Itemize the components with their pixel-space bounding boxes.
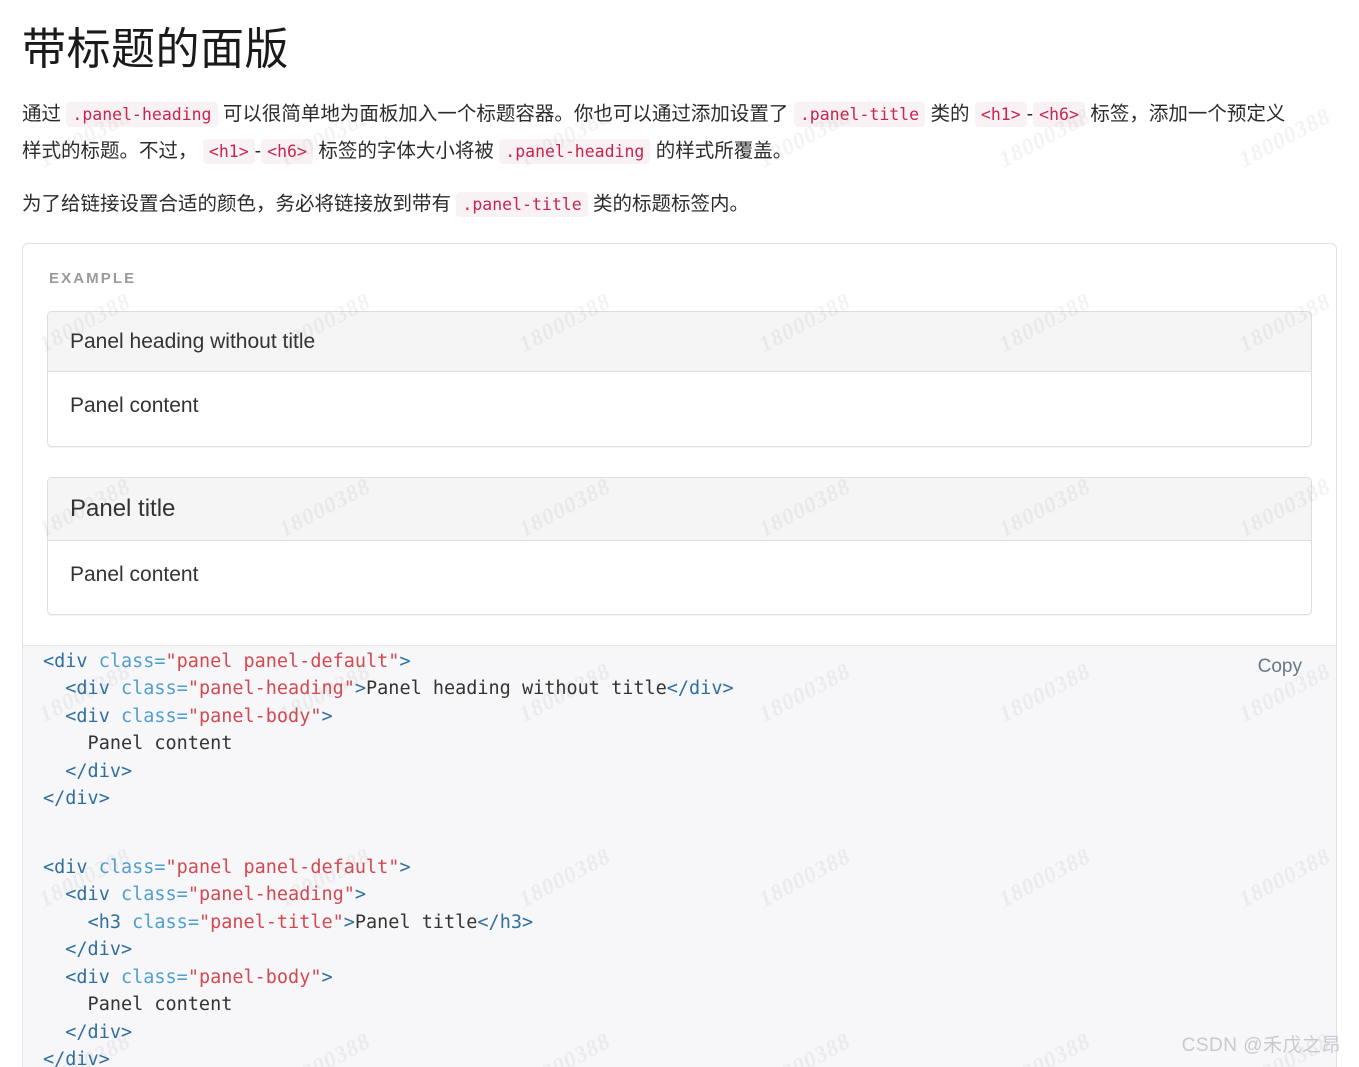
inline-code: .panel-title — [793, 102, 926, 128]
panel-heading: Panel title — [48, 477, 1311, 541]
code-token: > — [343, 911, 355, 933]
code-token: <div — [65, 884, 121, 906]
code-token: Panel heading without title — [366, 678, 667, 700]
code-token: <div — [65, 966, 121, 988]
paragraph-text: 类的 — [925, 103, 975, 126]
code-token: <h3 — [87, 911, 133, 933]
article-content: 带标题的面版 通过 .panel-heading 可以很简单地为面板加入一个标题… — [0, 0, 1359, 1067]
code-token: Panel content — [43, 733, 233, 755]
code-token: </div> — [666, 678, 734, 700]
code-token: "panel panel-default" — [165, 650, 400, 672]
paragraph-text: 类的标题标签内。 — [587, 193, 750, 216]
paragraph-link-color: 为了给链接设置合适的颜色，务必将链接放到带有 .panel-title 类的标题… — [22, 186, 1302, 223]
code-token: "panel-heading" — [187, 678, 355, 700]
code-token: </h3> — [477, 911, 534, 933]
code-token: "panel-body" — [187, 705, 322, 727]
code-token: class= — [98, 856, 166, 878]
paragraph-text: 为了给链接设置合适的颜色，务必将链接放到带有 — [22, 193, 457, 216]
panel-title: Panel title — [70, 494, 176, 522]
code-token: > — [354, 678, 367, 700]
page-root: 18000388 18000388 18000388 18000388 18000388… — [0, 0, 1359, 1067]
code-token: "panel-body" — [187, 966, 322, 988]
panel-without-title: Panel heading without title Panel conten… — [47, 311, 1312, 447]
code-text: <div class="panel panel-default"> <div c… — [23, 648, 1336, 813]
code-token: Panel title — [354, 911, 478, 933]
inline-code: <h1> — [974, 102, 1027, 128]
code-token: <div — [43, 650, 99, 672]
page-title: 带标题的面版 — [22, 25, 289, 74]
paragraph-intro: 通过 .panel-heading 可以很简单地为面板加入一个标题容器。你也可以… — [22, 96, 1302, 170]
code-token: class= — [98, 650, 166, 672]
code-token: <div — [43, 856, 99, 878]
code-token: Panel content — [43, 994, 233, 1016]
code-token: "panel panel-default" — [165, 856, 400, 878]
code-token: > — [321, 966, 333, 988]
code-token: <div — [65, 705, 121, 727]
inline-code: .panel-heading — [499, 139, 651, 165]
code-block-panel-with-title[interactable]: <div class="panel panel-default"> <div c… — [23, 854, 1336, 1067]
code-block-panel-without-title[interactable]: <div class="panel panel-default"> <div c… — [23, 648, 1336, 813]
paragraph-text: 的样式所覆盖。 — [650, 140, 793, 163]
code-token: class= — [120, 966, 188, 988]
code-token: </div> — [65, 939, 133, 961]
code-token: </div> — [43, 1049, 110, 1067]
panel-body: Panel content — [70, 562, 199, 586]
code-token: <div — [65, 678, 121, 700]
inline-code: <h6> — [261, 139, 313, 165]
example-container: EXAMPLE Panel heading without title Pane… — [22, 243, 1337, 1067]
code-example-area: Copy <div class="panel panel-default"> <… — [23, 644, 1336, 1067]
paragraph-text: 标签的字体大小将被 — [312, 140, 500, 163]
code-token: class= — [132, 911, 199, 933]
code-token: "panel-heading" — [187, 884, 355, 906]
code-token: > — [354, 884, 367, 906]
code-token: class= — [120, 678, 188, 700]
code-text: <div class="panel panel-default"> <div c… — [23, 854, 1336, 1067]
csdn-watermark: CSDN @禾戊之昂 — [1181, 1035, 1341, 1056]
panel-body: Panel content — [70, 394, 199, 418]
example-label: EXAMPLE — [49, 270, 137, 288]
code-token: > — [321, 705, 333, 727]
inline-code: <h1> — [202, 139, 255, 165]
code-token: "panel-title" — [198, 911, 344, 933]
paragraph-text: 通过 — [22, 103, 67, 126]
panel-with-title: Panel title Panel content — [47, 476, 1312, 615]
code-token: class= — [120, 884, 188, 906]
panel-heading: Panel heading without title — [48, 312, 1311, 373]
inline-code: .panel-title — [456, 192, 588, 218]
code-token: > — [399, 856, 411, 878]
code-token: </div> — [65, 1021, 133, 1043]
code-token: </div> — [43, 788, 110, 810]
code-token: </div> — [65, 760, 133, 782]
inline-code: <h6> — [1033, 102, 1085, 128]
code-token: class= — [120, 705, 188, 727]
inline-code: .panel-heading — [66, 102, 218, 128]
paragraph-text: 可以很简单地为面板加入一个标题容器。你也可以通过添加设置了 — [217, 103, 794, 126]
code-token: > — [399, 650, 411, 672]
